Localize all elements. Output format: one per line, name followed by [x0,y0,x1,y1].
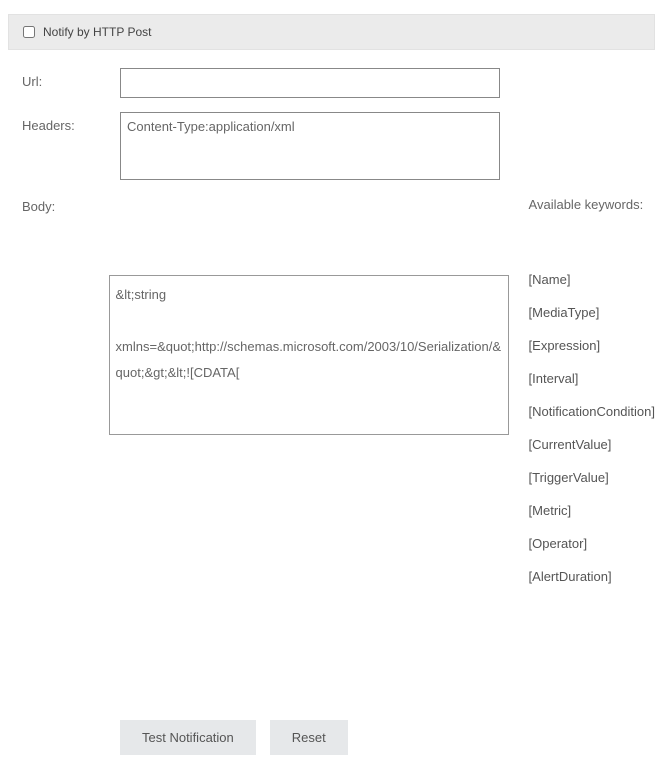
keyword-item: [TriggerValue] [529,470,655,485]
headers-input[interactable] [120,112,500,180]
headers-label: Headers: [22,112,120,183]
keyword-item: [Metric] [529,503,655,518]
keyword-item: [Expression] [529,338,655,353]
section-header: Notify by HTTP Post [8,14,655,50]
url-input[interactable] [120,68,500,98]
keyword-item: [Interval] [529,371,655,386]
section-title: Notify by HTTP Post [43,25,151,39]
url-label: Url: [22,68,120,98]
body-label: Body: [22,197,109,602]
keyword-item: [MediaType] [529,305,655,320]
keyword-list: [Name] [MediaType] [Expression] [Interva… [529,272,655,584]
notify-http-post-checkbox[interactable] [23,26,35,38]
reset-button[interactable]: Reset [270,720,348,755]
test-notification-button[interactable]: Test Notification [120,720,256,755]
keyword-item: [Operator] [529,536,655,551]
available-keywords-label: Available keywords: [529,197,655,212]
keyword-item: [CurrentValue] [529,437,655,452]
keyword-item: [NotificationCondition] [529,404,655,419]
keyword-item: [Name] [529,272,655,287]
body-input[interactable] [109,275,509,435]
keyword-item: [AlertDuration] [529,569,655,584]
form-area: Url: Headers: Body: Available keywords: … [0,50,663,775]
